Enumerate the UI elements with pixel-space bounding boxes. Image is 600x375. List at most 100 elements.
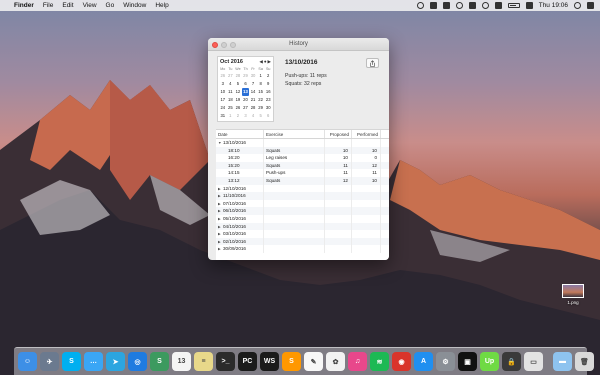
table-group-row[interactable]: ▶ 12/10/2016 [216, 184, 389, 193]
trash-icon[interactable]: 🗑 [575, 352, 594, 371]
next-month-icon[interactable]: ▶ [268, 59, 271, 65]
table-group-row[interactable]: ▶ 07/10/2016 [216, 199, 389, 208]
calendar-day[interactable]: 3 [242, 112, 250, 120]
calendar-day[interactable]: 5 [257, 112, 265, 120]
minimize-button[interactable] [221, 41, 227, 48]
menu-app-finder[interactable]: Finder [14, 2, 34, 9]
calendar-day[interactable]: 23 [264, 96, 272, 104]
table-group-row[interactable]: ▼13/10/2016 [216, 139, 389, 147]
clock[interactable]: Thu 19:06 [539, 2, 568, 9]
table-row[interactable]: 16:20 Leg raises 10 0 [216, 154, 389, 162]
spotlight-icon[interactable] [574, 2, 581, 9]
calendar-day[interactable]: 29 [242, 72, 250, 80]
desktop-file[interactable]: 1.png [560, 284, 586, 305]
date-picker[interactable]: Oct 2016 ◀ ● ▶ Mo Tu We Th Fr Sa Su 26 27 28 29 30 1… [217, 56, 274, 122]
messages-icon[interactable]: … [84, 352, 103, 371]
table-group-row[interactable]: ▶ 06/10/2016 [216, 207, 389, 215]
keychain-icon[interactable]: 🔒 [502, 352, 521, 371]
calendar-day[interactable]: 26 [219, 72, 227, 80]
column-performed[interactable]: Performed [352, 130, 381, 138]
webstorm-icon[interactable]: WS [260, 352, 279, 371]
calendar-day[interactable]: 11 [227, 88, 235, 96]
table-group-row[interactable]: ▶ 04/10/2016 [216, 222, 389, 231]
menu-file[interactable]: File [43, 2, 53, 9]
calendar-day[interactable]: 25 [227, 104, 235, 112]
calendar-day[interactable]: 17 [219, 96, 227, 104]
calendar-day[interactable]: 31 [219, 112, 227, 120]
calendar-day[interactable]: 30 [249, 72, 257, 80]
share-button[interactable] [366, 58, 379, 68]
finder-icon[interactable]: ☺ [18, 352, 37, 371]
calendar-day[interactable]: 20 [242, 96, 250, 104]
calendar-day[interactable]: 13 [241, 88, 250, 96]
bluetooth-icon[interactable] [468, 2, 476, 9]
calendar-day[interactable]: 22 [257, 96, 265, 104]
table-group-row[interactable]: ▶ 30/09/2016 [216, 245, 389, 253]
column-exercise[interactable]: Exercise [264, 130, 325, 138]
prev-month-icon[interactable]: ◀ [259, 59, 262, 65]
calendar-day[interactable]: 5 [234, 80, 242, 88]
sublime-icon[interactable]: S [282, 352, 301, 371]
screen-icon[interactable] [442, 2, 450, 9]
calendar-day[interactable]: 15 [257, 88, 265, 96]
calendar-day[interactable]: 12 [234, 88, 242, 96]
calendar-day[interactable]: 2 [264, 72, 272, 80]
menu-go[interactable]: Go [106, 2, 115, 9]
close-button[interactable] [212, 41, 218, 48]
bbedit-icon[interactable]: S [150, 352, 169, 371]
table-row[interactable]: 13:12 Squats 12 10 [216, 176, 389, 185]
calendar-day[interactable]: 18 [227, 96, 235, 104]
calendar-day[interactable]: 4 [227, 80, 235, 88]
launchpad-icon[interactable]: ✈ [40, 352, 59, 371]
calendar-day[interactable]: 14 [249, 88, 257, 96]
menu-window[interactable]: Window [123, 2, 146, 9]
calendar-day[interactable]: 8 [257, 80, 265, 88]
calendar-day[interactable]: 26 [234, 104, 242, 112]
menu-edit[interactable]: Edit [62, 2, 73, 9]
calendar-day[interactable]: 6 [264, 112, 272, 120]
notification-center-icon[interactable] [587, 2, 594, 9]
wifi-icon[interactable] [481, 2, 489, 9]
photos-icon[interactable]: ✿ [326, 352, 345, 371]
battery-icon[interactable] [507, 3, 520, 8]
timemachine-icon[interactable] [455, 2, 463, 9]
history-table[interactable]: Date Exercise Proposed Performed ▼13/10/… [216, 129, 389, 260]
volume-icon[interactable] [494, 2, 502, 9]
spotify-icon[interactable]: ≋ [370, 352, 389, 371]
notes-icon[interactable]: ≡ [194, 352, 213, 371]
zoom-button[interactable] [230, 41, 236, 48]
calendar-day[interactable]: 16 [264, 88, 272, 96]
calendar-day[interactable]: 19 [234, 96, 242, 104]
telegram-icon[interactable]: ➤ [106, 352, 125, 371]
safari-icon[interactable]: ◎ [128, 352, 147, 371]
quicktime-icon[interactable]: ▭ [524, 352, 543, 371]
table-group-row[interactable]: ▶ 02/10/2016 [216, 237, 389, 246]
calendar-day[interactable]: 27 [242, 104, 250, 112]
calendar-day[interactable]: 28 [234, 72, 242, 80]
skype-status-icon[interactable] [429, 2, 437, 9]
table-group-row[interactable]: ▶ 11/10/2016 [216, 192, 389, 200]
preferences-icon[interactable]: ⚙ [436, 352, 455, 371]
calendar-day[interactable]: 29 [257, 104, 265, 112]
menu-view[interactable]: View [83, 2, 97, 9]
upwork-icon[interactable]: Up [480, 352, 499, 371]
appstore-icon[interactable]: A [414, 352, 433, 371]
skype-icon[interactable]: S [62, 352, 81, 371]
target-icon[interactable]: ◉ [392, 352, 411, 371]
table-group-row[interactable]: ▶ 05/10/2016 [216, 214, 389, 223]
calendar-day[interactable]: 6 [242, 80, 250, 88]
activity-icon[interactable]: ▣ [458, 352, 477, 371]
calendar-day[interactable]: 7 [249, 80, 257, 88]
calendar-day[interactable]: 1 [227, 112, 235, 120]
calendar-day[interactable]: 28 [249, 104, 257, 112]
calendar-day[interactable]: 4 [249, 112, 257, 120]
table-row[interactable]: 14:15 Push-ups 11 11 [216, 169, 389, 177]
table-row[interactable]: 18:10 Squats 10 10 [216, 146, 389, 155]
today-icon[interactable]: ● [264, 59, 267, 65]
table-group-row[interactable]: ▶ 03/10/2016 [216, 230, 389, 238]
calendar-day[interactable]: 9 [264, 80, 272, 88]
input-source-icon[interactable] [525, 2, 533, 9]
calendar-day[interactable]: 2 [234, 112, 242, 120]
terminal-icon[interactable]: >_ [216, 352, 235, 371]
textedit-icon[interactable]: ✎ [304, 352, 323, 371]
